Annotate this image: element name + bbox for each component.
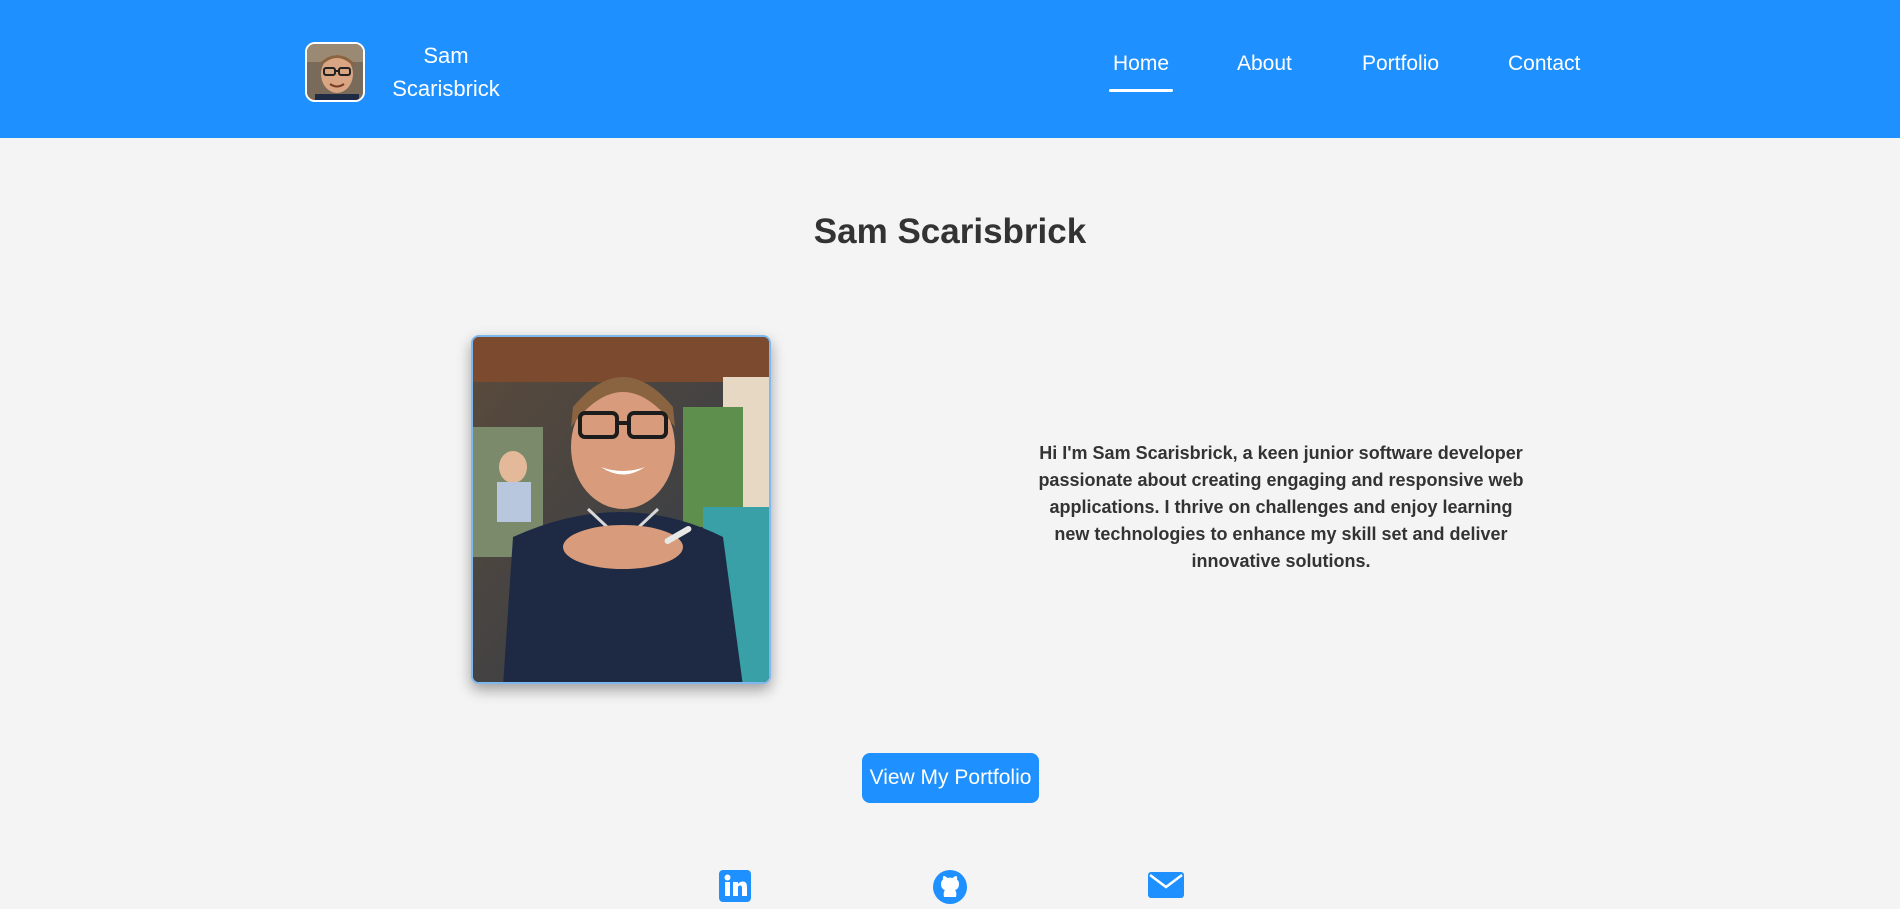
nav-about[interactable]: About [1237, 52, 1292, 92]
github-icon[interactable] [933, 870, 967, 904]
view-portfolio-button[interactable]: View My Portfolio [862, 753, 1039, 803]
nav-contact[interactable]: Contact [1508, 52, 1580, 92]
linkedin-icon[interactable] [719, 870, 751, 902]
page-title: Sam Scarisbrick [813, 212, 1087, 251]
brand-name[interactable]: Sam Scarisbrick [381, 39, 511, 105]
profile-photo [471, 335, 771, 684]
site-header: Sam Scarisbrick Home About Portfolio Con… [0, 0, 1900, 138]
avatar [305, 42, 365, 102]
bio-text: Hi I'm Sam Scarisbrick, a keen junior so… [1038, 443, 1524, 571]
mail-icon[interactable] [1148, 870, 1184, 900]
brand[interactable]: Sam Scarisbrick [305, 39, 511, 105]
nav-portfolio[interactable]: Portfolio [1362, 52, 1439, 92]
nav-home[interactable]: Home [1109, 52, 1173, 92]
